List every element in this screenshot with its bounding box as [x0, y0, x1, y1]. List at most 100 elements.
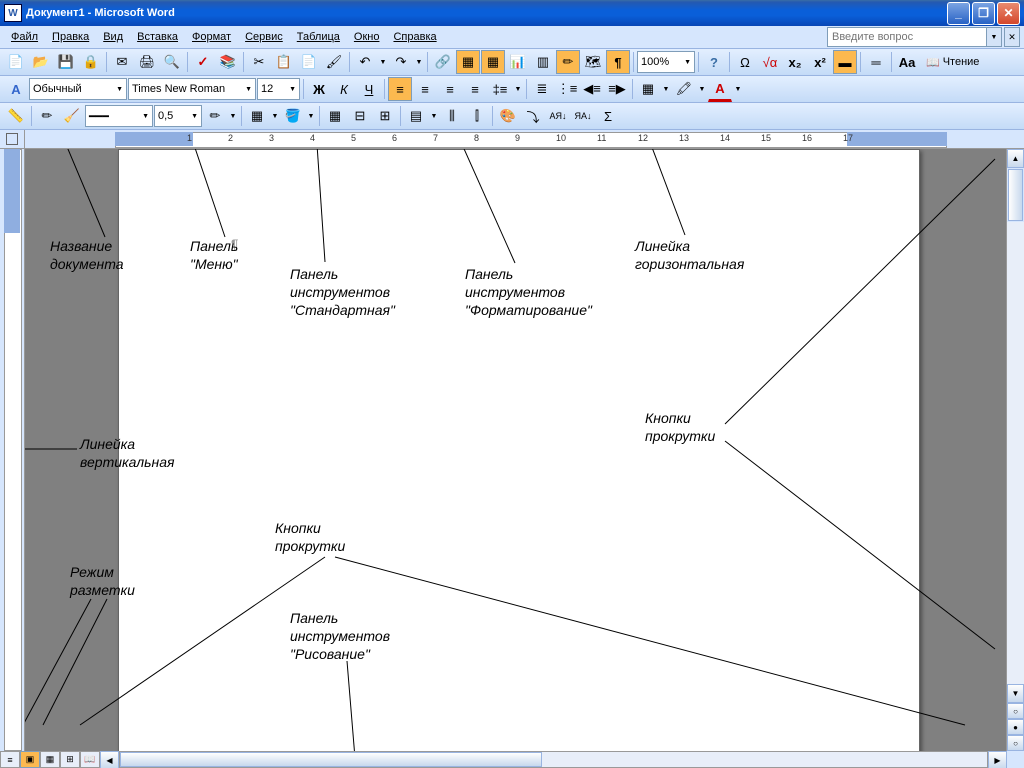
borders-button[interactable]: ▦: [636, 77, 660, 101]
changecase-button[interactable]: Aa: [895, 50, 919, 74]
open-button[interactable]: 📂: [29, 50, 53, 74]
menu-edit[interactable]: Правка: [45, 28, 96, 46]
size-dropdown[interactable]: 12▼: [257, 78, 300, 100]
doc-map-button[interactable]: 🗺: [581, 50, 605, 74]
font-color-dropdown[interactable]: ▼: [733, 78, 743, 100]
sort-asc-button[interactable]: АЯ↓: [546, 104, 570, 128]
insert-table2-button[interactable]: ▦: [323, 104, 347, 128]
page[interactable]: ¶: [118, 149, 920, 751]
tables-borders-button[interactable]: ▦: [456, 50, 480, 74]
reading-view-button[interactable]: 📖: [80, 751, 100, 768]
web-layout-button[interactable]: ▦: [40, 751, 60, 768]
scroll-up-button[interactable]: ▲: [1007, 149, 1024, 168]
justify-button[interactable]: ≡: [463, 77, 487, 101]
help-button[interactable]: ?: [702, 50, 726, 74]
align-left-button[interactable]: ≡: [388, 77, 412, 101]
new-doc-button[interactable]: 📄: [4, 50, 28, 74]
menu-window[interactable]: Окно: [347, 28, 387, 46]
zoom-dropdown[interactable]: 100%▼: [637, 51, 695, 73]
print-layout-button[interactable]: ▣: [20, 751, 40, 768]
outline-view-button[interactable]: ⊞: [60, 751, 80, 768]
font-color-button[interactable]: A: [708, 76, 732, 102]
equals-button[interactable]: ═: [864, 50, 888, 74]
autoformat-button[interactable]: 🎨: [496, 104, 520, 128]
shading-color-button[interactable]: 🪣: [281, 104, 305, 128]
prev-page-button[interactable]: ○: [1007, 703, 1024, 719]
redo-button[interactable]: ↷: [389, 50, 413, 74]
ask-question-input[interactable]: [827, 27, 987, 47]
line-style-dropdown[interactable]: ━━━▼: [85, 105, 153, 127]
drawing-toolbar-button[interactable]: ✏: [556, 50, 580, 74]
document-area[interactable]: ¶ Название документа Панель "Меню" Панел…: [25, 149, 1006, 751]
reading-mode-button[interactable]: 📖 Чтение: [920, 50, 985, 74]
distribute-rows-button[interactable]: ⫼: [440, 104, 464, 128]
minimize-button[interactable]: _: [947, 2, 970, 25]
vertical-ruler[interactable]: [0, 149, 25, 751]
insert-table-button[interactable]: ▦: [481, 50, 505, 74]
show-hide-button[interactable]: ¶: [606, 50, 630, 74]
style-dropdown[interactable]: Обычный▼: [29, 78, 127, 100]
sort-desc-button[interactable]: ЯА↓: [571, 104, 595, 128]
research-button[interactable]: 📚: [216, 50, 240, 74]
line-spacing-button[interactable]: ‡≡: [488, 77, 512, 101]
highlight-dropdown[interactable]: ▼: [697, 78, 707, 100]
normal-view-button[interactable]: ≡: [0, 751, 20, 768]
draw-table-button[interactable]: ✏: [35, 104, 59, 128]
undo-dropdown[interactable]: ▼: [378, 51, 388, 73]
vscroll-thumb[interactable]: [1008, 169, 1023, 221]
menu-file[interactable]: Файл: [4, 28, 45, 46]
menu-insert[interactable]: Вставка: [130, 28, 185, 46]
omega-button[interactable]: Ω: [733, 50, 757, 74]
save-button[interactable]: 💾: [54, 50, 78, 74]
columns-button[interactable]: ▥: [531, 50, 555, 74]
hyperlink-button[interactable]: 🔗: [431, 50, 455, 74]
excel-button[interactable]: 📊: [506, 50, 530, 74]
paste-button[interactable]: 📄: [297, 50, 321, 74]
borders-dropdown[interactable]: ▼: [661, 78, 671, 100]
line-spacing-dropdown[interactable]: ▼: [513, 78, 523, 100]
redo-dropdown[interactable]: ▼: [414, 51, 424, 73]
line-weight-dropdown[interactable]: 0,5▼: [154, 105, 202, 127]
menu-view[interactable]: Вид: [96, 28, 130, 46]
split-cells-button[interactable]: ⊞: [373, 104, 397, 128]
eraser-button[interactable]: 🧹: [60, 104, 84, 128]
bullets-button[interactable]: ⋮≡: [555, 77, 579, 101]
sqrt-button[interactable]: √α: [758, 50, 782, 74]
bold-button[interactable]: Ж: [307, 77, 331, 101]
spellcheck-button[interactable]: ✓: [191, 50, 215, 74]
scroll-left-button[interactable]: ◀: [100, 751, 119, 768]
format-painter-button[interactable]: 🖌: [322, 50, 346, 74]
underline-button[interactable]: Ч: [357, 77, 381, 101]
outside-border-button[interactable]: ▦: [245, 104, 269, 128]
next-page-button[interactable]: ○: [1007, 735, 1024, 751]
styles-button[interactable]: A: [4, 77, 28, 101]
menu-format[interactable]: Формат: [185, 28, 238, 46]
italic-button[interactable]: К: [332, 77, 356, 101]
maximize-button[interactable]: ❐: [972, 2, 995, 25]
close-help-button[interactable]: ✕: [1004, 27, 1020, 47]
close-button[interactable]: ✕: [997, 2, 1020, 25]
increase-indent-button[interactable]: ≡▶: [605, 77, 629, 101]
hscroll-thumb[interactable]: [120, 752, 542, 767]
font-dropdown[interactable]: Times New Roman▼: [128, 78, 256, 100]
align-cells-button[interactable]: ▤: [404, 104, 428, 128]
decrease-indent-button[interactable]: ◀≡: [580, 77, 604, 101]
highlight-button[interactable]: 🖍: [672, 77, 696, 101]
highlight-orange-button[interactable]: ▬: [833, 50, 857, 74]
superscript-button[interactable]: x²: [808, 50, 832, 74]
align-center-button[interactable]: ≡: [413, 77, 437, 101]
menu-table[interactable]: Таблица: [290, 28, 347, 46]
undo-button[interactable]: ↶: [353, 50, 377, 74]
ask-dropdown[interactable]: ▼: [987, 27, 1002, 47]
browse-object-button[interactable]: ●: [1007, 719, 1024, 735]
vscroll-track[interactable]: [1007, 222, 1024, 684]
distribute-cols-button[interactable]: ⫿: [465, 104, 489, 128]
ruler-corner[interactable]: [0, 130, 25, 148]
merge-cells-button[interactable]: ⊟: [348, 104, 372, 128]
print-button[interactable]: 🖨: [135, 50, 159, 74]
autosum-button[interactable]: Σ: [596, 104, 620, 128]
text-direction-button[interactable]: ⤵: [521, 104, 545, 128]
horizontal-ruler[interactable]: 1234567891011121314151617: [25, 130, 1007, 148]
ruler-button[interactable]: 📏: [4, 104, 28, 128]
pen-color-button[interactable]: ✏: [203, 104, 227, 128]
